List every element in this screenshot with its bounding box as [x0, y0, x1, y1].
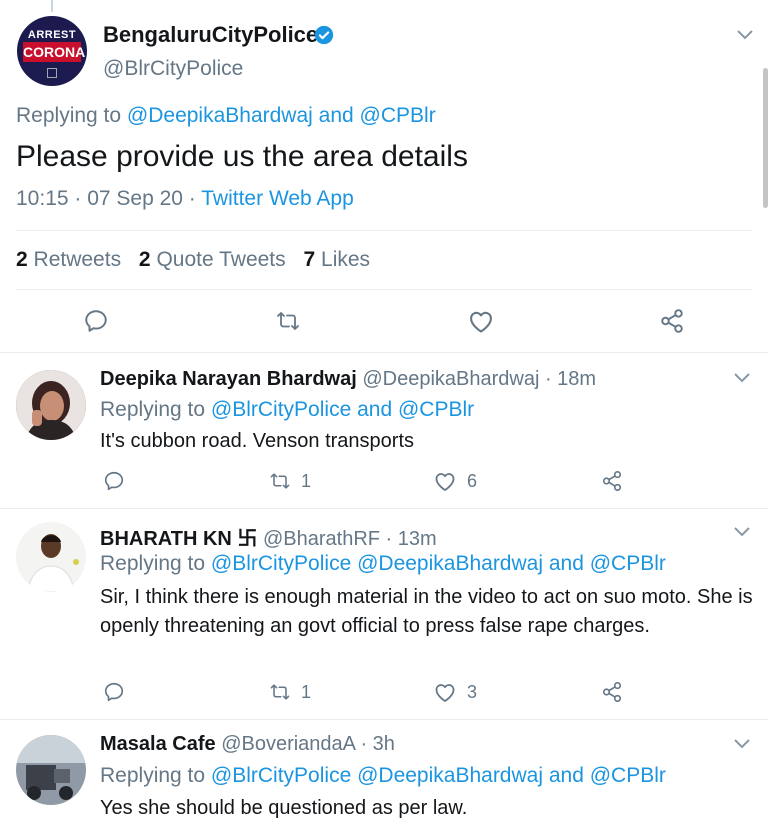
share-icon[interactable]: [601, 470, 623, 492]
chevron-down-icon[interactable]: [734, 739, 750, 749]
retweet-icon[interactable]: [268, 681, 292, 703]
divider: [16, 289, 752, 290]
retweet-count: 1: [301, 682, 312, 702]
scrollbar[interactable]: [763, 68, 768, 208]
replying-mentions[interactable]: @BlrCityPolice @DeepikaBhardwaj and @CPB…: [211, 552, 666, 575]
tweet-source[interactable]: Twitter Web App: [201, 187, 354, 210]
tweet-timestamp[interactable]: 10:15 · 07 Sep 20 ·: [16, 187, 196, 210]
reply-icon[interactable]: [103, 470, 125, 492]
replying-to: Replying to @DeepikaBhardwaj and @CPBlr: [16, 104, 436, 128]
avatar-photo: [16, 735, 86, 805]
chevron-down-icon[interactable]: [734, 527, 750, 537]
avatar[interactable]: [16, 522, 86, 592]
chevron-down-icon[interactable]: [734, 373, 750, 383]
author-name[interactable]: BengaluruCityPolice: [103, 22, 318, 48]
reply-author[interactable]: Masala Cafe @BoveriandaA · 3h: [100, 733, 395, 756]
avatar-text: CORONA: [23, 42, 86, 62]
tweet-stats: 2 Retweets 2 Quote Tweets 7 Likes: [16, 248, 370, 272]
avatar-text: ARREST: [27, 29, 77, 41]
reply-author[interactable]: Deepika Narayan Bhardwaj @DeepikaBhardwa…: [100, 368, 596, 391]
divider: [0, 352, 768, 353]
reply-handle[interactable]: @DeepikaBhardwaj · 18m: [362, 368, 596, 390]
retweets-stat[interactable]: 2 Retweets: [16, 248, 121, 271]
author-handle[interactable]: @BlrCityPolice: [103, 57, 243, 81]
avatar[interactable]: [16, 735, 86, 805]
thread-line: [51, 0, 53, 12]
replying-to: Replying to @BlrCityPolice @DeepikaBhard…: [100, 552, 666, 575]
divider: [0, 508, 768, 509]
replying-mentions[interactable]: @DeepikaBhardwaj and @CPBlr: [127, 104, 436, 127]
avatar-photo: [16, 370, 86, 440]
divider: [0, 719, 768, 720]
like-count: 6: [467, 471, 478, 491]
likes-stat[interactable]: 7 Likes: [304, 248, 371, 271]
replying-mentions[interactable]: @BlrCityPolice and @CPBlr: [211, 398, 474, 421]
reply-icon[interactable]: [83, 308, 109, 334]
share-icon[interactable]: [659, 308, 685, 334]
reply-text: It's cubbon road. Venson transports: [100, 430, 415, 452]
reply-text: Yes she should be questioned as per law.: [100, 797, 468, 819]
replying-mentions[interactable]: @BlrCityPolice @DeepikaBhardwaj and @CPB…: [211, 764, 666, 787]
divider: [16, 230, 752, 231]
avatar[interactable]: [16, 370, 86, 440]
reply-handle[interactable]: @BoveriandaA · 3h: [221, 733, 395, 755]
reply-author[interactable]: BHARATH KN 卐 @BharathRF · 13m: [100, 522, 437, 551]
share-icon[interactable]: [601, 681, 623, 703]
retweet-count: 1: [301, 471, 312, 491]
chevron-down-icon[interactable]: [737, 30, 753, 40]
qr-icon: [47, 68, 57, 78]
like-icon[interactable]: [467, 308, 495, 334]
reply-text: Sir, I think there is enough material in…: [100, 586, 753, 637]
verified-badge-icon: [314, 25, 334, 45]
tweet-text: Please provide us the area details: [16, 140, 468, 173]
like-count: 3: [467, 682, 478, 702]
retweet-icon[interactable]: [274, 308, 302, 334]
like-icon[interactable]: [433, 470, 457, 492]
retweet-icon[interactable]: [268, 470, 292, 492]
replying-prefix: Replying to: [16, 104, 122, 127]
replying-to: Replying to @BlrCityPolice and @CPBlr: [100, 398, 475, 421]
reply-icon[interactable]: [103, 681, 125, 703]
quote-tweets-stat[interactable]: 2 Quote Tweets: [139, 248, 286, 271]
avatar[interactable]: ARREST CORONA: [17, 16, 87, 86]
replying-to: Replying to @BlrCityPolice @DeepikaBhard…: [100, 764, 666, 787]
tweet-meta: 10:15 · 07 Sep 20 · Twitter Web App: [16, 187, 354, 211]
like-icon[interactable]: [433, 681, 457, 703]
reply-handle[interactable]: @BharathRF · 13m: [263, 528, 437, 550]
avatar-photo: [16, 522, 86, 592]
